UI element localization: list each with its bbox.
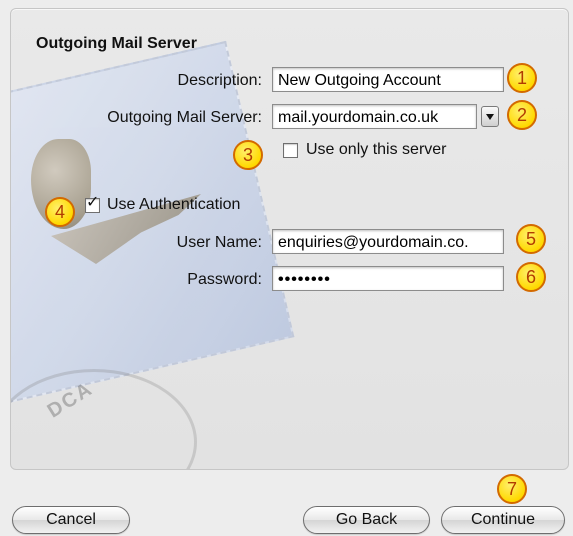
description-label: Description: bbox=[177, 72, 262, 89]
callout-badge-3: 3 bbox=[233, 140, 263, 170]
checkmark-icon: ✓ bbox=[86, 194, 100, 211]
callout-badge-1: 1 bbox=[507, 63, 537, 93]
use-authentication-checkbox[interactable]: ✓ bbox=[85, 194, 100, 213]
callout-badge-6: 6 bbox=[516, 262, 546, 292]
use-authentication-label: Use Authentication bbox=[107, 196, 241, 213]
password-input[interactable]: •••••••• bbox=[272, 266, 504, 291]
outgoing-server-label: Outgoing Mail Server: bbox=[107, 109, 262, 126]
section-title: Outgoing Mail Server bbox=[36, 35, 197, 52]
callout-badge-2: 2 bbox=[507, 100, 537, 130]
user-name-label: User Name: bbox=[176, 234, 262, 251]
password-label: Password: bbox=[187, 271, 262, 288]
stamp-image bbox=[11, 40, 295, 422]
use-only-this-server-checkbox[interactable] bbox=[283, 143, 298, 158]
callout-badge-7: 7 bbox=[497, 474, 527, 504]
cancel-button[interactable]: Cancel bbox=[12, 506, 130, 534]
outgoing-server-select[interactable]: mail.yourdomain.co.uk bbox=[272, 104, 477, 129]
callout-badge-4: 4 bbox=[45, 197, 75, 227]
chevron-down-icon[interactable] bbox=[481, 106, 499, 127]
use-only-this-server-label: Use only this server bbox=[306, 141, 447, 158]
description-input[interactable]: New Outgoing Account bbox=[272, 67, 504, 92]
callout-badge-5: 5 bbox=[516, 224, 546, 254]
postmark-ring bbox=[11, 369, 197, 469]
continue-button[interactable]: Continue bbox=[441, 506, 565, 534]
go-back-button[interactable]: Go Back bbox=[303, 506, 430, 534]
user-name-input[interactable]: enquiries@yourdomain.co. bbox=[272, 229, 504, 254]
